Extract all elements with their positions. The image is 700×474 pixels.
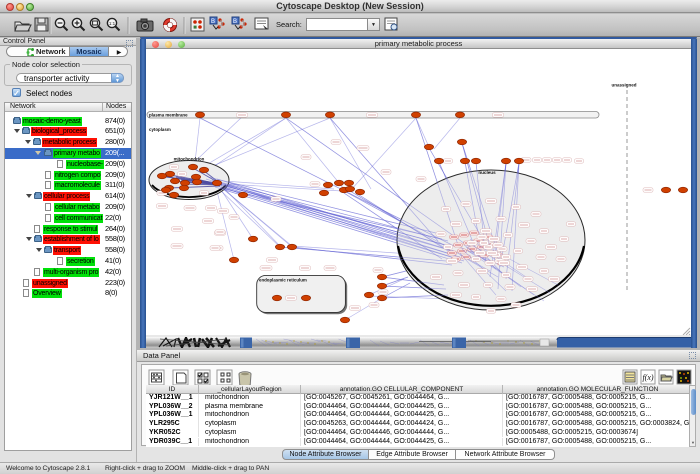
svg-text:mitochondrion: mitochondrion	[174, 157, 205, 162]
svg-text:B: B	[233, 19, 237, 25]
svg-text:f(x): f(x)	[642, 373, 653, 382]
svg-text:1:1: 1:1	[109, 21, 116, 26]
svg-text:cytoplasm: cytoplasm	[149, 127, 171, 132]
svg-text:nucleus: nucleus	[478, 170, 496, 175]
svg-text:B: B	[211, 19, 215, 25]
svg-text:endoplasmic reticulum: endoplasmic reticulum	[259, 278, 307, 283]
svg-text:plasma membrane: plasma membrane	[149, 113, 188, 118]
svg-text:unassigned: unassigned	[611, 83, 636, 88]
